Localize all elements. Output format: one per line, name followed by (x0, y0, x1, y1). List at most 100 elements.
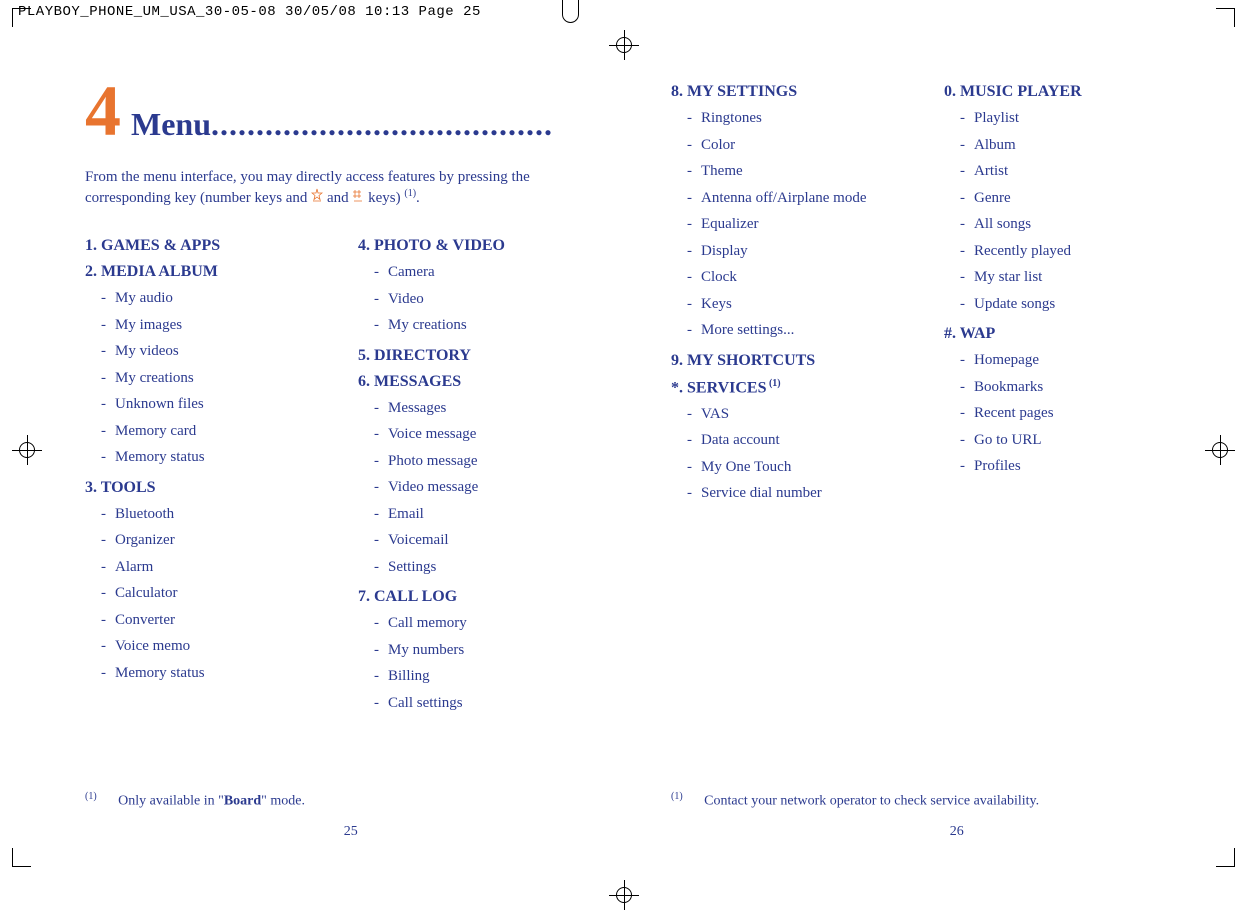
list-item: All songs (944, 211, 1187, 238)
list-item: Display (671, 238, 914, 265)
footnote-left-sup: (1) (85, 791, 97, 802)
list-item: Homepage (944, 347, 1187, 374)
footnote-left-bold: Board (224, 794, 261, 809)
list-item: Camera (358, 259, 601, 286)
list-item: Memory card (85, 418, 328, 445)
footnote-right-sup: (1) (671, 791, 683, 802)
list-item: My creations (85, 365, 328, 392)
list-item: Artist (944, 158, 1187, 185)
list-item: Billing (358, 663, 601, 690)
list-item: Clock (671, 264, 914, 291)
page-number-right: 26 (937, 824, 977, 840)
section-title: *. SERVICES (1) (671, 378, 914, 397)
chapter-dots: ...................................... (211, 106, 553, 143)
list-item: Keys (671, 291, 914, 318)
chapter-heading: 4 Menu .................................… (85, 75, 601, 147)
page-number-left: 25 (331, 824, 371, 840)
intro-line1: From the menu interface, you may directl… (85, 169, 530, 185)
list-item: VAS (671, 401, 914, 428)
chapter-name: Menu (131, 106, 211, 145)
list-item: Playlist (944, 105, 1187, 132)
list-item: Calculator (85, 580, 328, 607)
intro-text: From the menu interface, you may directl… (85, 167, 601, 209)
list-item: Voice memo (85, 633, 328, 660)
page-right: 8. MY SETTINGS RingtonesColorThemeAntenna… (631, 75, 1187, 835)
list-item: My creations (358, 312, 601, 339)
crop-mark-bottom-right (1216, 848, 1235, 867)
list-item: My One Touch (671, 454, 914, 481)
registration-mark-bottom (609, 880, 639, 910)
list-item: More settings... (671, 317, 914, 344)
list-item: Settings (358, 554, 601, 581)
list-item: Album (944, 132, 1187, 159)
section-title: 4. PHOTO & VIDEO (358, 237, 601, 255)
intro-period: . (416, 190, 420, 206)
section-title: 6. MESSAGES (358, 373, 601, 391)
list-item: Memory status (85, 444, 328, 471)
left-col1: 1. GAMES & APPS2. MEDIA ALBUMMy audioMy … (85, 229, 328, 722)
section-title: 2. MEDIA ALBUM (85, 263, 328, 281)
sub-list: PlaylistAlbumArtistGenreAll songsRecentl… (944, 105, 1187, 317)
list-item: Antenna off/Airplane mode (671, 185, 914, 212)
section-title: 8. MY SETTINGS (671, 83, 914, 101)
sub-list: HomepageBookmarksRecent pagesGo to URLPr… (944, 347, 1187, 480)
intro-sup: (1) (404, 188, 416, 199)
sub-list: Call memoryMy numbersBillingCall setting… (358, 610, 601, 716)
sub-list: BluetoothOrganizerAlarmCalculatorConvert… (85, 501, 328, 687)
right-page-columns: 8. MY SETTINGS RingtonesColorThemeAntenna… (671, 75, 1187, 513)
sub-list: MessagesVoice messagePhoto messageVideo … (358, 395, 601, 581)
list-item: Theme (671, 158, 914, 185)
crop-mark-bottom-left (12, 848, 31, 867)
list-item: Recent pages (944, 400, 1187, 427)
list-item: Data account (671, 427, 914, 454)
list-item: Call memory (358, 610, 601, 637)
star-key-icon (311, 188, 323, 209)
intro-line2-prefix: corresponding key (number keys and (85, 190, 311, 206)
list-item: My videos (85, 338, 328, 365)
footnote-right-text: Contact your network operator to check s… (704, 794, 1039, 809)
footnote-left: (1) Only available in "Board" mode. (85, 791, 305, 810)
list-item: Photo message (358, 448, 601, 475)
page-left: 4 Menu .................................… (85, 75, 631, 835)
list-item: My star list (944, 264, 1187, 291)
right-col2: 0. MUSIC PLAYER PlaylistAlbumArtistGenreA… (944, 75, 1187, 513)
list-item: Converter (85, 607, 328, 634)
registration-mark-right (1205, 435, 1235, 465)
section-title-sup: (1) (766, 378, 780, 389)
section-title: 3. TOOLS (85, 479, 328, 497)
crop-mark-top-right (1216, 8, 1235, 27)
list-item: Video message (358, 474, 601, 501)
crop-tab-top (562, 0, 579, 23)
section-title: 7. CALL LOG (358, 588, 601, 606)
list-item: Color (671, 132, 914, 159)
list-item: My numbers (358, 637, 601, 664)
left-page-columns: 1. GAMES & APPS2. MEDIA ALBUMMy audioMy … (85, 229, 601, 722)
section-title: #. WAP (944, 325, 1187, 343)
registration-mark-top (609, 30, 639, 60)
list-item: My audio (85, 285, 328, 312)
hash-key-icon (352, 188, 364, 209)
section-title: 1. GAMES & APPS (85, 237, 328, 255)
list-item: Bluetooth (85, 501, 328, 528)
list-item: Unknown files (85, 391, 328, 418)
right-col1: 8. MY SETTINGS RingtonesColorThemeAntenna… (671, 75, 914, 513)
sub-list: RingtonesColorThemeAntenna off/Airplane … (671, 105, 914, 344)
left-col2: 4. PHOTO & VIDEO CameraVideoMy creations 5… (358, 229, 601, 722)
list-item: Go to URL (944, 427, 1187, 454)
list-item: Equalizer (671, 211, 914, 238)
list-item: My images (85, 312, 328, 339)
list-item: Call settings (358, 690, 601, 717)
sub-list: CameraVideoMy creations (358, 259, 601, 339)
list-item: Messages (358, 395, 601, 422)
section-title: 0. MUSIC PLAYER (944, 83, 1187, 101)
list-item: Profiles (944, 453, 1187, 480)
footnote-left-suffix: " mode. (261, 794, 305, 809)
section-title: 5. DIRECTORY (358, 347, 601, 365)
sub-list: My audioMy imagesMy videosMy creationsUn… (85, 285, 328, 471)
list-item: Memory status (85, 660, 328, 687)
intro-line2-suffix: keys) (368, 190, 404, 206)
footnote-right: (1) Contact your network operator to che… (671, 791, 1039, 810)
list-item: Recently played (944, 238, 1187, 265)
list-item: Service dial number (671, 480, 914, 507)
list-item: Alarm (85, 554, 328, 581)
